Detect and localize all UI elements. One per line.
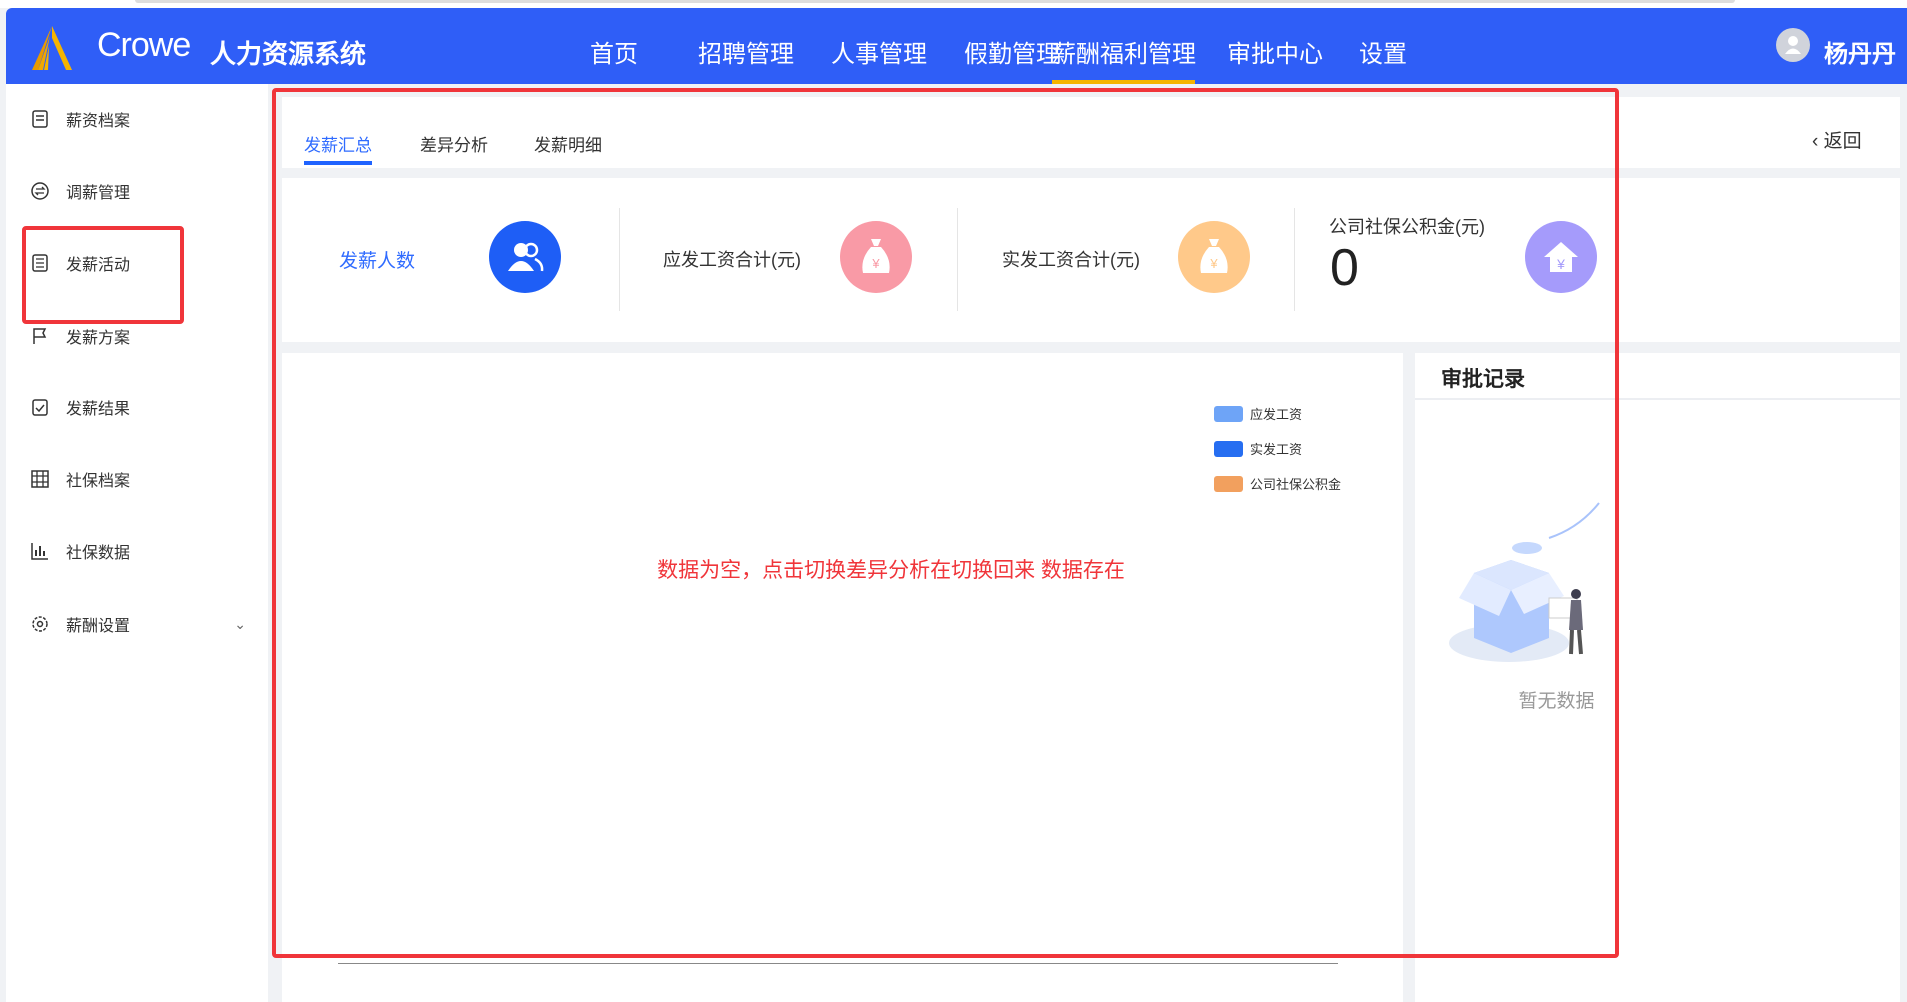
crowe-logo-icon — [32, 26, 72, 70]
annotation-text: 数据为空，点击切换差异分析在切换回来 数据存在 — [657, 559, 1125, 582]
nav-settings[interactable]: 设置 — [1359, 34, 1407, 69]
tab-difference-analysis[interactable]: 差异分析 — [420, 131, 488, 156]
legend-net-pay[interactable]: 实发工资 — [1214, 439, 1302, 458]
brand-name: Crowe — [97, 26, 191, 64]
list-icon — [30, 253, 50, 273]
tab-payroll-summary[interactable]: 发薪汇总 — [304, 131, 372, 156]
approval-title: 审批记录 — [1441, 368, 1525, 391]
back-label: 返回 — [1823, 131, 1862, 152]
stat-label-gross-pay: 应发工资合计(元) — [663, 250, 801, 270]
svg-text:¥: ¥ — [1556, 256, 1565, 272]
chart-card: 应发工资 实发工资 公司社保公积金 数据为空，点击切换差异分析在切换回来 数据存… — [282, 353, 1403, 1002]
divider — [1294, 208, 1295, 311]
sidebar-item-label: 调薪管理 — [66, 185, 131, 202]
username[interactable]: 杨丹丹 — [1824, 34, 1896, 69]
avatar[interactable] — [1776, 28, 1810, 62]
legend-swatch — [1214, 475, 1243, 492]
clipboard-check-icon — [30, 397, 50, 417]
system-name: 人力资源系统 — [210, 39, 367, 69]
bar-chart-icon — [30, 541, 50, 561]
stat-label-headcount: 发薪人数 — [339, 251, 416, 272]
nav-approval[interactable]: 审批中心 — [1227, 34, 1323, 69]
sidebar-item-label: 发薪活动 — [66, 257, 131, 274]
chevron-down-icon[interactable]: ⌄ — [234, 616, 246, 633]
legend-swatch — [1214, 405, 1243, 422]
sidebar-item-label: 发薪方案 — [66, 330, 131, 347]
divider — [1415, 398, 1900, 400]
nav-personnel[interactable]: 人事管理 — [831, 34, 927, 69]
people-icon — [489, 221, 561, 293]
sidebar-item-salary-archive[interactable]: 薪资档案 — [6, 99, 268, 139]
browser-top-strip — [0, 0, 1907, 8]
svg-text:¥: ¥ — [1209, 256, 1218, 271]
legend-label: 实发工资 — [1250, 442, 1303, 457]
legend-label: 公司社保公积金 — [1250, 477, 1342, 492]
legend-gross-pay[interactable]: 应发工资 — [1214, 404, 1302, 423]
sidebar-item-payroll-result[interactable]: 发薪结果 — [6, 387, 268, 427]
sidebar: 薪资档案 调薪管理 发薪活动 发薪方案 发薪结果 社保档案 社保数据 薪酬设置 ⌄ — [6, 84, 268, 1002]
exchange-icon — [30, 181, 50, 201]
sidebar-item-label: 薪酬设置 — [66, 618, 131, 635]
nav-attendance[interactable]: 假勤管理 — [964, 34, 1060, 69]
legend-company-social[interactable]: 公司社保公积金 — [1214, 474, 1341, 493]
document-icon — [30, 109, 50, 129]
sidebar-item-compensation-settings[interactable]: 薪酬设置 ⌄ — [6, 604, 268, 644]
user-icon — [1785, 36, 1801, 54]
svg-text:¥: ¥ — [871, 256, 880, 271]
approval-card: 审批记录 暂无数据 — [1415, 353, 1900, 1002]
axis-line — [338, 963, 1338, 964]
active-tab-indicator — [304, 161, 372, 165]
empty-text: 暂无数据 — [1518, 691, 1595, 712]
gear-icon — [30, 614, 50, 634]
sidebar-item-social-archive[interactable]: 社保档案 — [6, 459, 268, 499]
top-navbar: Crowe 人力资源系统 首页 招聘管理 人事管理 假勤管理 薪酬福利管理 审批… — [6, 8, 1907, 84]
back-button[interactable]: ‹ 返回 — [1812, 126, 1862, 153]
nav-compensation[interactable]: 薪酬福利管理 — [1052, 34, 1196, 69]
empty-box-illustration — [1449, 502, 1600, 662]
sidebar-item-label: 社保档案 — [66, 473, 131, 490]
sidebar-item-payroll-activity[interactable]: 发薪活动 — [6, 243, 268, 283]
sidebar-item-payroll-plan[interactable]: 发薪方案 — [6, 316, 268, 356]
money-bag-icon: ¥ — [840, 221, 912, 293]
sidebar-item-salary-adjust[interactable]: 调薪管理 — [6, 171, 268, 211]
stat-label-company-social: 公司社保公积金(元) — [1329, 217, 1485, 237]
stat-label-net-pay: 实发工资合计(元) — [1002, 250, 1140, 270]
stat-value-company-social: 0 — [1330, 239, 1359, 297]
nav-active-indicator — [1052, 80, 1195, 84]
divider — [619, 208, 620, 311]
tab-payroll-detail[interactable]: 发薪明细 — [534, 131, 602, 156]
sidebar-item-label: 社保数据 — [66, 545, 131, 562]
legend-swatch — [1214, 440, 1243, 457]
house-money-icon: ¥ — [1525, 221, 1597, 293]
sidebar-item-label: 发薪结果 — [66, 401, 131, 418]
sidebar-item-social-data[interactable]: 社保数据 — [6, 531, 268, 571]
money-bag-icon: ¥ — [1178, 221, 1250, 293]
stats-card: 发薪人数 应发工资合计(元) ¥ 实发工资合计(元) ¥ 公司社保公积金(元) … — [282, 178, 1900, 342]
nav-home[interactable]: 首页 — [590, 34, 638, 69]
divider — [957, 208, 958, 311]
legend-label: 应发工资 — [1250, 407, 1303, 422]
flag-icon — [30, 326, 50, 346]
sidebar-item-label: 薪资档案 — [66, 113, 131, 130]
chevron-left-icon: ‹ — [1812, 131, 1819, 152]
tabs-bar: 发薪汇总 差异分析 发薪明细 — [282, 97, 1900, 168]
nav-recruitment[interactable]: 招聘管理 — [698, 34, 794, 69]
grid-icon — [30, 469, 50, 489]
